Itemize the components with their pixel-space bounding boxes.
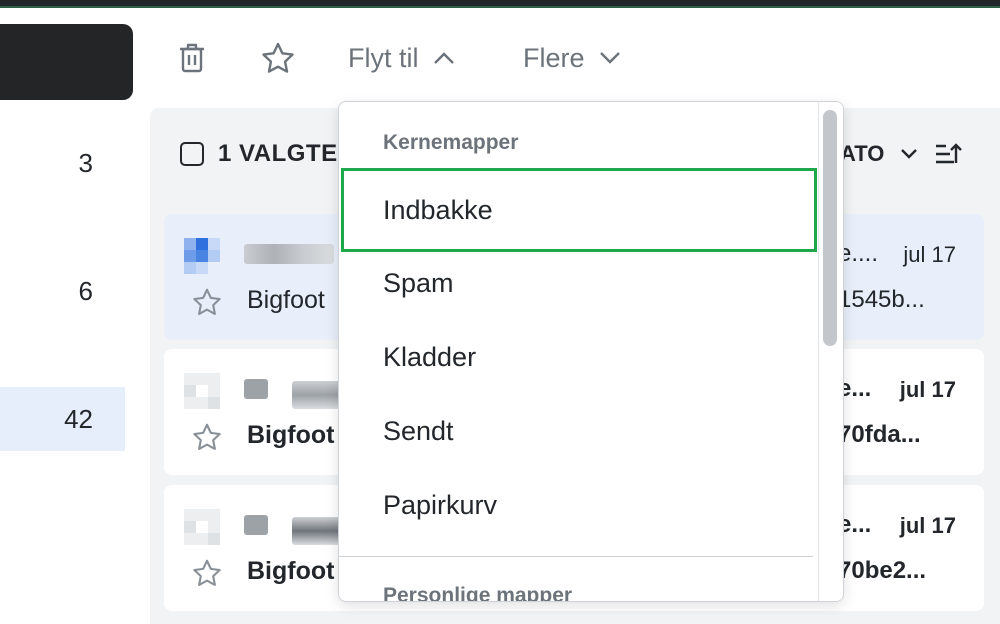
menu-group-personal-folders: Personlige mapper <box>383 584 573 602</box>
chevron-down-icon <box>901 149 918 159</box>
menu-item-trash[interactable]: Papirkurv <box>341 463 817 547</box>
selected-count-label: 1 VALGTE <box>218 140 338 167</box>
email-preview: 70be2... <box>838 557 927 584</box>
star-icon[interactable] <box>192 559 222 592</box>
email-sender: Bigfoot <box>247 421 335 449</box>
trash-icon[interactable] <box>174 40 210 76</box>
sort-dropdown[interactable]: ATO <box>840 138 963 170</box>
avatar <box>184 373 220 409</box>
menu-item-inbox[interactable]: Indbakke <box>341 168 817 252</box>
chevron-up-icon <box>433 52 454 64</box>
more-button[interactable]: Flere <box>523 40 621 76</box>
move-to-button[interactable]: Flyt til <box>348 40 455 76</box>
email-preview: 1545b... <box>838 286 925 313</box>
email-date: jul 17 <box>899 513 956 538</box>
list-header: 1 VALGTE <box>180 138 338 170</box>
sender-address-redacted <box>292 517 340 545</box>
menu-divider <box>339 556 813 557</box>
sidebar-folder-count[interactable]: 6 <box>0 259 125 323</box>
avatar <box>184 238 220 274</box>
compose-button[interactable] <box>0 24 133 100</box>
star-icon[interactable] <box>192 288 222 321</box>
menu-item-drafts[interactable]: Kladder <box>341 315 817 399</box>
window-top-bar <box>0 0 1000 8</box>
email-preview: 70fda... <box>838 421 921 448</box>
sort-label: ATO <box>840 141 885 166</box>
sidebar-folder-count[interactable]: 3 <box>0 131 125 195</box>
select-all-checkbox[interactable] <box>180 142 204 166</box>
avatar <box>184 509 220 545</box>
move-to-menu: Kernemapper Indbakke Spam Kladder Sendt … <box>338 101 844 602</box>
email-date: jul 17 <box>899 377 956 402</box>
menu-group-core-folders: Kernemapper <box>383 131 519 154</box>
sender-address-redacted <box>244 244 334 264</box>
sender-address-redacted <box>292 381 340 409</box>
email-date: jul 17 <box>903 242 956 267</box>
menu-scrollbar-thumb[interactable] <box>823 110 837 346</box>
chevron-down-icon <box>599 52 620 64</box>
sender-address-redacted <box>244 379 268 399</box>
email-sender: Bigfoot <box>247 557 335 585</box>
move-to-label: Flyt til <box>348 42 419 73</box>
sort-order-icon[interactable] <box>934 141 963 167</box>
email-sender: Bigfoot <box>247 286 325 314</box>
star-icon[interactable] <box>260 40 296 76</box>
sidebar-folder-count-active[interactable]: 42 <box>0 387 125 451</box>
menu-item-spam[interactable]: Spam <box>341 241 817 325</box>
email-subject: e.... <box>838 240 879 267</box>
more-label: Flere <box>523 42 585 73</box>
sender-address-redacted <box>244 515 268 535</box>
menu-item-sent[interactable]: Sendt <box>341 389 817 473</box>
menu-scrollbar[interactable] <box>818 102 843 601</box>
star-icon[interactable] <box>192 423 222 456</box>
